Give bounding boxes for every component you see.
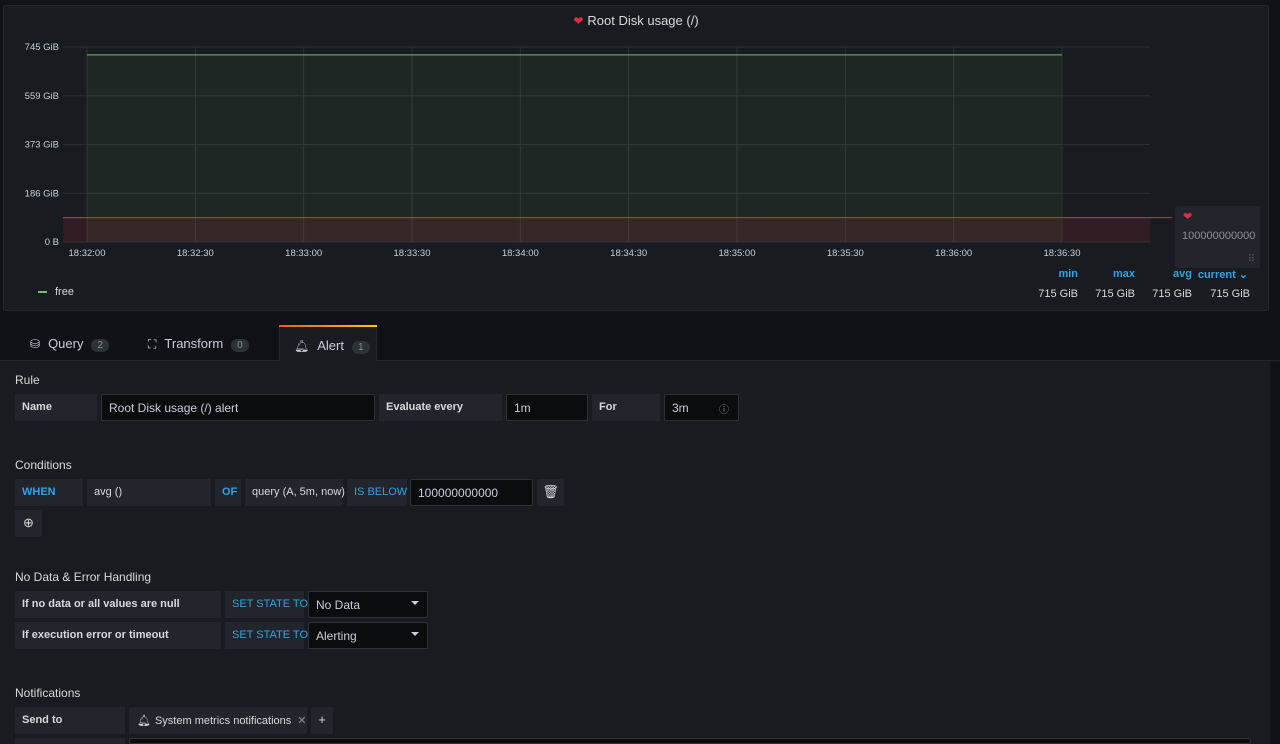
legend-value-current: 715 GiB — [1210, 288, 1250, 300]
of-keyword: OF — [215, 479, 241, 506]
error-state-select[interactable]: Alerting — [308, 622, 428, 649]
transform-icon: ⛶ — [148, 337, 157, 351]
editor-tabs: ⛁ Query 2 ⛶ Transform 0 🔔︎ Alert 1 — [0, 325, 1280, 361]
error-set-state-keyword: SET STATE TO — [225, 622, 308, 649]
caret-down-icon — [411, 601, 419, 605]
x-tick-label: 18:34:00 — [502, 248, 539, 259]
caret-down-icon — [411, 632, 419, 636]
nodata-state-select[interactable]: No Data — [308, 591, 428, 618]
y-tick-label: 559 GiB — [25, 91, 59, 102]
tab-alert-count: 1 — [351, 341, 370, 354]
legend-header-min[interactable]: min — [1038, 268, 1078, 280]
rule-name-label: Name — [15, 394, 97, 421]
bell-icon: 🔔︎ — [294, 339, 310, 353]
tab-transform[interactable]: ⛶ Transform 0 — [148, 325, 268, 361]
graph-canvas[interactable]: 745 GiB 559 GiB 373 GiB 186 GiB 0 B 18:32:00 1… — [4, 6, 1270, 312]
tab-transform-count: 0 — [231, 339, 249, 352]
for-label: For — [592, 394, 660, 421]
x-tick-label: 18:34:30 — [610, 248, 647, 259]
threshold-handle-value: 100000000000 — [1182, 230, 1256, 242]
error-state-value: Alerting — [316, 629, 357, 643]
send-to-label: Send to — [15, 707, 125, 734]
y-tick-label: 186 GiB — [25, 188, 59, 199]
legend-swatch — [38, 291, 47, 294]
rule-heading: Rule — [15, 373, 40, 387]
evaluate-every-input[interactable]: 1m — [506, 394, 588, 421]
x-tick-label: 18:36:00 — [935, 248, 972, 259]
query-selector[interactable]: query (A, 5m, now) — [245, 479, 345, 506]
evaluator-type[interactable]: IS BELOW — [347, 479, 407, 506]
nodata-state-value: No Data — [316, 598, 361, 612]
legend-value-max: 715 GiB — [1095, 288, 1135, 300]
add-condition-icon[interactable]: ⊕ — [15, 510, 42, 537]
series-area-free — [87, 54, 1062, 242]
legend-header-current[interactable]: current ⌄ — [1190, 268, 1248, 281]
trash-icon[interactable]: 🗑︎ — [537, 479, 564, 506]
x-tick-label: 18:32:00 — [69, 248, 106, 259]
notifications-heading: Notifications — [15, 686, 81, 700]
error-label: If execution error or timeout — [15, 622, 221, 649]
legend-header-max[interactable]: max — [1095, 268, 1135, 280]
tab-query[interactable]: ⛁ Query 2 — [30, 325, 130, 361]
legend-header-avg[interactable]: avg — [1152, 268, 1192, 280]
alert-editor: Rule Name Root Disk usage (/) alert Eval… — [0, 361, 1270, 744]
x-tick-label: 18:33:30 — [394, 248, 431, 259]
threshold-input[interactable]: 100000000000 — [410, 479, 533, 506]
tab-query-label: Query — [48, 336, 84, 351]
reducer-function[interactable]: avg () — [87, 479, 211, 506]
tab-query-count: 2 — [91, 339, 110, 352]
database-icon: ⛁ — [30, 337, 41, 351]
for-input[interactable]: 3m ⓘ — [664, 394, 739, 421]
y-tick-label: 745 GiB — [25, 42, 59, 53]
x-tick-label: 18:33:00 — [285, 248, 322, 259]
threshold-handle[interactable]: ❤ 100000000000 ⠿ — [1175, 206, 1260, 268]
x-tick-label: 18:35:30 — [827, 248, 864, 259]
remove-icon[interactable]: ✕ — [297, 715, 306, 727]
info-circle-icon[interactable]: ⓘ — [719, 401, 729, 416]
heart-icon: ❤ — [1183, 211, 1193, 223]
y-tick-label: 0 B — [45, 237, 59, 248]
drag-grip-icon[interactable]: ⠿ — [1248, 254, 1255, 265]
conditions-heading: Conditions — [15, 458, 72, 472]
threshold-region — [63, 217, 1150, 242]
when-keyword: WHEN — [15, 479, 83, 506]
x-tick-label: 18:32:30 — [177, 248, 214, 259]
rule-name-input[interactable]: Root Disk usage (/) alert — [101, 394, 375, 421]
legend-series-free[interactable]: free — [38, 286, 74, 298]
message-label — [15, 738, 125, 744]
legend-value-avg: 715 GiB — [1152, 288, 1192, 300]
notification-channel-name: System metrics notifications — [154, 715, 292, 727]
y-tick-label: 373 GiB — [25, 140, 59, 151]
tab-alert-label: Alert — [317, 338, 344, 353]
legend-value-min: 715 GiB — [1038, 288, 1078, 300]
bell-icon: 🔔︎ — [137, 715, 151, 727]
x-tick-label: 18:36:30 — [1044, 248, 1081, 259]
graph-panel: ❤ Root Disk usage (/) 745 GiB 559 GiB 373 G… — [3, 5, 1269, 311]
evaluate-every-label: Evaluate every — [379, 394, 502, 421]
nodata-set-state-keyword: SET STATE TO — [225, 591, 308, 618]
nodata-label: If no data or all values are null — [15, 591, 221, 618]
notification-channel-chip[interactable]: 🔔︎ System metrics notifications ✕ — [129, 707, 307, 734]
for-input-value: 3m — [672, 401, 689, 415]
add-notification-icon[interactable]: + — [311, 707, 333, 734]
message-textarea[interactable] — [129, 738, 1251, 744]
tab-transform-label: Transform — [164, 336, 224, 351]
tab-alert[interactable]: 🔔︎ Alert 1 — [279, 325, 377, 361]
x-tick-label: 18:35:00 — [719, 248, 756, 259]
nodata-heading: No Data & Error Handling — [15, 570, 152, 584]
legend-series-name: free — [55, 286, 74, 298]
